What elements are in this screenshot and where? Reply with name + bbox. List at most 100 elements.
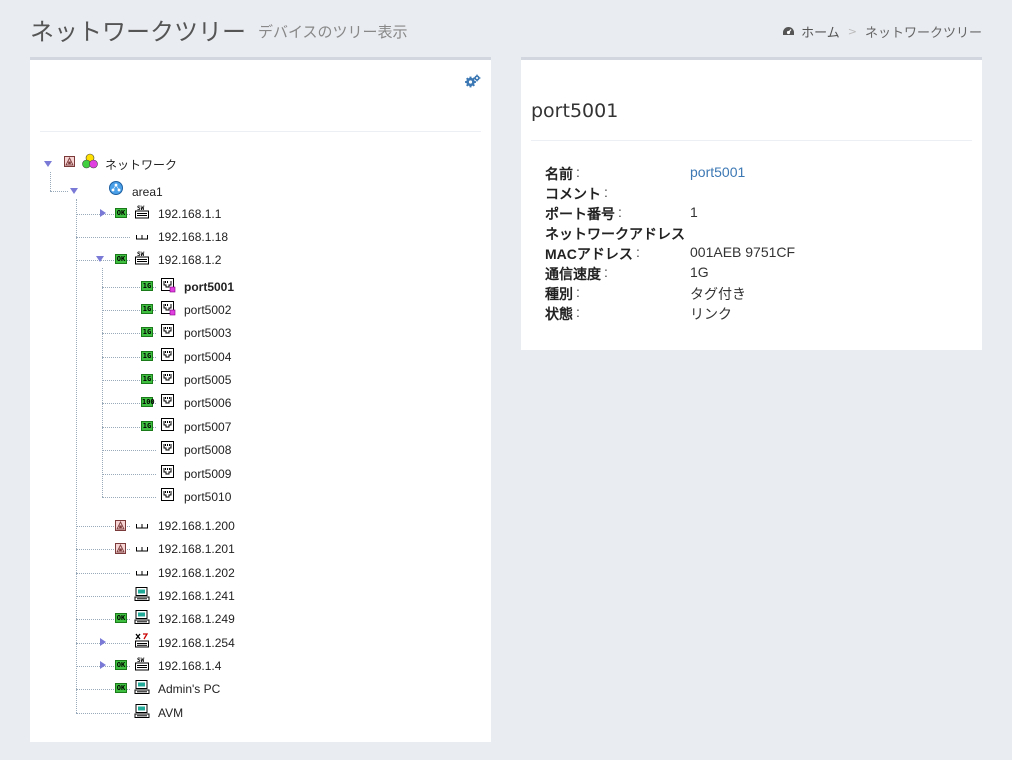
tree-connector-line — [50, 191, 68, 192]
property-colon: : — [604, 184, 608, 200]
pc-icon — [134, 704, 150, 718]
speed-status-icon: 1G — [141, 421, 153, 431]
property-colon: : — [576, 304, 580, 320]
property-value: 1 — [690, 204, 698, 220]
speed-status-icon: 1G — [141, 351, 153, 361]
device-label[interactable]: 192.168.1.18 — [158, 230, 228, 244]
hub-icon — [136, 235, 148, 240]
tree-root-label[interactable]: ネットワーク — [105, 158, 177, 172]
property-key: 名前 — [545, 166, 573, 182]
device-label[interactable]: Admin's PC — [158, 682, 220, 696]
expand-toggle-device-9[interactable] — [98, 660, 108, 670]
property-key: ネットワークアドレス — [545, 226, 685, 242]
network-tree: ネットワーク area1 OK SW 192.168.1.1 192.168.1.18 OK… — [30, 60, 491, 742]
property-key: 通信速度 — [545, 266, 601, 282]
property-colon: : — [576, 284, 580, 300]
property-value[interactable]: port5001 — [690, 164, 745, 180]
warning-status-icon — [115, 543, 126, 554]
expand-toggle-root[interactable] — [43, 159, 53, 169]
pc-icon — [134, 680, 150, 694]
property-colon: : — [576, 164, 580, 180]
port-label[interactable]: port5001 — [184, 280, 234, 294]
property-key: コメント — [545, 186, 601, 202]
network-icon — [82, 153, 98, 169]
property-value: 001AEB 9751CF — [690, 244, 796, 260]
port-label[interactable]: port5007 — [184, 420, 231, 434]
tree-connector-line — [102, 268, 103, 497]
warning-status-icon — [115, 520, 126, 531]
property-value: タグ付き — [690, 286, 746, 302]
detail-panel: port5001 名前: port5001 コメント: ポート番号:1 ネットワークアド… — [521, 57, 982, 350]
property-colon: : — [604, 264, 608, 280]
detail-title: port5001 — [531, 100, 619, 122]
property-key: ポート番号 — [545, 206, 615, 222]
breadcrumb-separator: > — [847, 25, 857, 38]
ok-status-icon: OK — [115, 660, 127, 670]
speed-status-icon: 100 — [141, 397, 155, 407]
tree-connector-line — [102, 450, 156, 451]
device-label[interactable]: 192.168.1.201 — [158, 542, 235, 556]
pc-icon — [134, 587, 150, 601]
tree-connector-line — [76, 199, 77, 713]
device-label[interactable]: AVM — [158, 706, 183, 720]
tree-connector-line — [102, 474, 156, 475]
property-key: 状態 — [545, 306, 573, 322]
area-icon — [109, 181, 123, 195]
tree-connector-line — [76, 573, 130, 574]
hub-icon — [136, 571, 148, 576]
device-label[interactable]: 192.168.1.241 — [158, 589, 235, 603]
switch-icon: SW — [135, 205, 149, 219]
tree-panel: ネットワーク area1 OK SW 192.168.1.1 192.168.1.18 OK… — [30, 57, 491, 742]
port-label[interactable]: port5008 — [184, 443, 231, 457]
port-icon — [161, 371, 174, 384]
device-label[interactable]: 192.168.1.2 — [158, 253, 221, 267]
port-label[interactable]: port5003 — [184, 326, 231, 340]
port-icon — [161, 465, 174, 478]
ok-status-icon: OK — [115, 254, 127, 264]
device-label[interactable]: 192.168.1.254 — [158, 636, 235, 650]
port-linked-icon — [161, 301, 176, 316]
speed-status-icon: 1G — [141, 304, 153, 314]
port-icon — [161, 488, 174, 501]
speed-status-icon: 1G — [141, 281, 153, 291]
tree-area-label[interactable]: area1 — [132, 185, 163, 199]
breadcrumb-current: ネットワークツリー — [864, 26, 982, 41]
dashboard-icon — [783, 27, 795, 35]
router-icon — [135, 633, 149, 648]
speed-status-icon: 1G — [141, 327, 153, 337]
device-label[interactable]: 192.168.1.202 — [158, 566, 235, 580]
device-label[interactable]: 192.168.1.1 — [158, 207, 221, 221]
property-key: MACアドレス — [545, 246, 633, 262]
port-icon — [161, 324, 174, 337]
warning-status-icon — [64, 156, 75, 167]
expand-toggle-device-0[interactable] — [98, 208, 108, 218]
page-subtitle: デバイスのツリー表示 — [258, 23, 408, 41]
tree-connector-line — [76, 713, 130, 714]
tree-connector-line — [102, 497, 156, 498]
expand-toggle-device-8[interactable] — [98, 637, 108, 647]
property-colon: : — [618, 204, 622, 220]
port-label[interactable]: port5006 — [184, 396, 231, 410]
ok-status-icon: OK — [115, 613, 127, 623]
device-label[interactable]: 192.168.1.249 — [158, 612, 235, 626]
device-label[interactable]: 192.168.1.200 — [158, 519, 235, 533]
port-label[interactable]: port5005 — [184, 373, 231, 387]
property-key: 種別 — [545, 286, 573, 302]
port-linked-icon — [161, 278, 176, 293]
port-label[interactable]: port5004 — [184, 350, 231, 364]
ok-status-icon: OK — [115, 208, 127, 218]
port-icon — [161, 441, 174, 454]
tree-connector-line — [50, 172, 51, 191]
breadcrumb-home-link[interactable]: ホーム — [782, 22, 840, 41]
expand-toggle-area[interactable] — [69, 186, 79, 196]
port-label[interactable]: port5010 — [184, 490, 231, 504]
expand-toggle-device-2[interactable] — [95, 254, 105, 264]
hub-icon — [136, 547, 148, 552]
port-label[interactable]: port5009 — [184, 467, 231, 481]
page-title: ネットワークツリー — [30, 18, 246, 46]
property-value: 1G — [690, 264, 709, 280]
port-label[interactable]: port5002 — [184, 303, 231, 317]
property-colon: : — [636, 244, 640, 260]
device-label[interactable]: 192.168.1.4 — [158, 659, 221, 673]
property-value: リンク — [690, 306, 732, 322]
